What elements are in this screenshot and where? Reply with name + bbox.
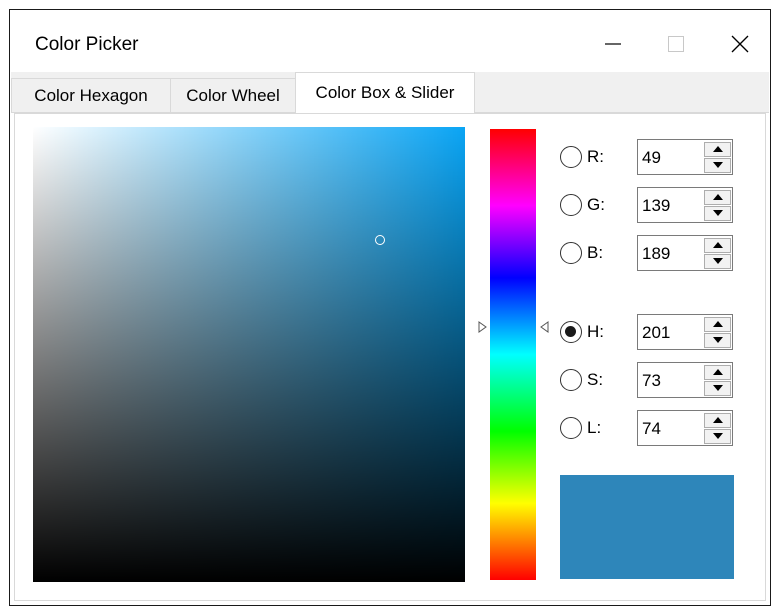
- lightness-decrement-button[interactable]: [704, 428, 731, 444]
- red-decrement-button[interactable]: [704, 157, 731, 173]
- up-arrow-icon: [712, 417, 723, 423]
- green-label: G:: [587, 195, 605, 214]
- lightness-increment-button[interactable]: [704, 412, 731, 428]
- color-preview-swatch: [560, 475, 734, 579]
- up-arrow-icon: [712, 146, 723, 152]
- up-arrow-icon: [712, 369, 723, 375]
- lightness-spinner: [704, 412, 731, 444]
- saturation-decrement-button[interactable]: [704, 380, 731, 396]
- window-title: Color Picker: [35, 34, 139, 55]
- hue-slider[interactable]: [490, 129, 536, 580]
- blue-label: B:: [587, 243, 604, 262]
- blue-increment-button[interactable]: [704, 237, 731, 253]
- blue-radio[interactable]: [560, 242, 582, 264]
- tab-color-hexagon[interactable]: Color Hexagon: [11, 78, 171, 112]
- hue-increment-button[interactable]: [704, 316, 731, 332]
- close-button[interactable]: [717, 24, 763, 64]
- red-radio[interactable]: [560, 146, 582, 168]
- hue-input[interactable]: 201: [637, 314, 733, 350]
- saturation-radio[interactable]: [560, 369, 582, 391]
- blue-spinner: [704, 237, 731, 269]
- saturation-increment-button[interactable]: [704, 364, 731, 380]
- hue-label: H:: [587, 322, 604, 341]
- color-selector-marker[interactable]: [375, 235, 385, 245]
- down-arrow-icon: [712, 385, 723, 391]
- hue-decrement-button[interactable]: [704, 332, 731, 348]
- red-value: 49: [642, 148, 661, 167]
- down-arrow-icon: [712, 162, 723, 168]
- down-arrow-icon: [712, 433, 723, 439]
- saturation-value: 73: [642, 371, 661, 390]
- lightness-input[interactable]: 74: [637, 410, 733, 446]
- down-arrow-icon: [712, 337, 723, 343]
- hue-radio[interactable]: [560, 321, 582, 343]
- green-value: 139: [642, 196, 671, 215]
- green-radio[interactable]: [560, 194, 582, 216]
- red-increment-button[interactable]: [704, 141, 731, 157]
- green-decrement-button[interactable]: [704, 205, 731, 221]
- title-bar: Color Picker: [10, 10, 770, 72]
- saturation-input[interactable]: 73: [637, 362, 733, 398]
- red-label: R:: [587, 147, 604, 166]
- close-icon: [731, 35, 749, 53]
- blue-decrement-button[interactable]: [704, 253, 731, 269]
- blue-value: 189: [642, 244, 671, 263]
- saturation-label: S:: [587, 370, 604, 389]
- saturation-spinner: [704, 364, 731, 396]
- saturation-brightness-box[interactable]: [33, 127, 465, 582]
- up-arrow-icon: [712, 194, 723, 200]
- up-arrow-icon: [712, 321, 723, 327]
- hue-slider-left-arrow-icon[interactable]: [478, 321, 488, 333]
- green-input[interactable]: 139: [637, 187, 733, 223]
- up-arrow-icon: [712, 242, 723, 248]
- green-spinner: [704, 189, 731, 221]
- hue-slider-right-arrow-icon[interactable]: [539, 321, 549, 333]
- hue-spinner: [704, 316, 731, 348]
- green-increment-button[interactable]: [704, 189, 731, 205]
- minimize-button[interactable]: [590, 24, 636, 64]
- down-arrow-icon: [712, 210, 723, 216]
- tab-color-wheel[interactable]: Color Wheel: [170, 78, 296, 112]
- lightness-radio[interactable]: [560, 417, 582, 439]
- minimize-icon: [605, 43, 621, 45]
- tab-bar: Color Hexagon Color Wheel Color Box & Sl…: [11, 72, 769, 113]
- black-gradient-overlay: [33, 127, 465, 582]
- lightness-value: 74: [642, 419, 661, 438]
- red-input[interactable]: 49: [637, 139, 733, 175]
- down-arrow-icon: [712, 258, 723, 264]
- tab-color-box-slider[interactable]: Color Box & Slider: [295, 72, 475, 113]
- hue-value: 201: [642, 323, 671, 342]
- lightness-label: L:: [587, 418, 602, 437]
- red-spinner: [704, 141, 731, 173]
- maximize-icon: [668, 36, 684, 52]
- maximize-button[interactable]: [653, 24, 699, 64]
- blue-input[interactable]: 189: [637, 235, 733, 271]
- radio-selected-dot: [565, 326, 576, 337]
